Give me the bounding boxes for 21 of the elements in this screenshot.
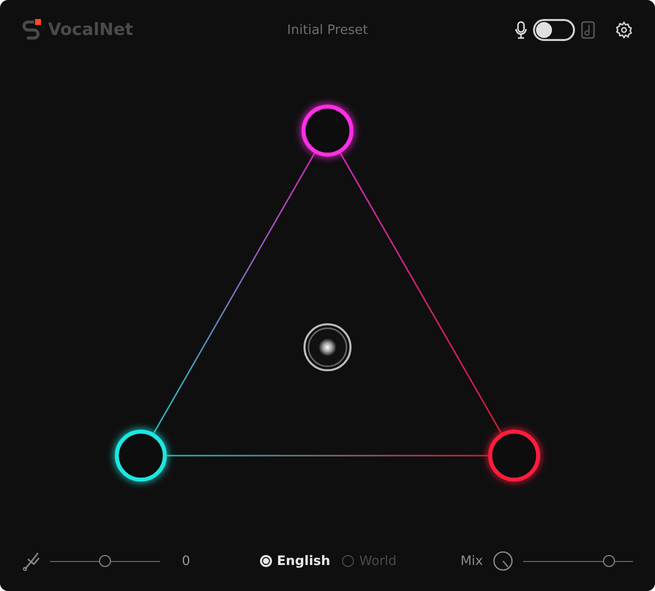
music-file-icon [581, 21, 595, 39]
microphone-icon [515, 21, 527, 39]
voice-node[interactable] [302, 104, 354, 157]
mode-toggle[interactable] [533, 19, 575, 41]
tuning-fork-icon [22, 551, 40, 571]
mix-knob[interactable] [493, 551, 513, 571]
language-radio[interactable]: English [260, 554, 330, 568]
voice-node[interactable] [488, 430, 540, 482]
mix-slider[interactable] [523, 555, 633, 567]
blend-puck[interactable] [304, 323, 352, 372]
pitch-slider[interactable] [50, 555, 160, 567]
voice-node[interactable] [114, 430, 167, 482]
mix-label: Mix [460, 554, 483, 568]
preset-name[interactable]: Initial Preset [287, 22, 368, 38]
slider-thumb[interactable] [602, 555, 615, 567]
brand-name: VocalNet [48, 20, 134, 40]
slider-thumb[interactable] [99, 555, 111, 567]
logo-icon [22, 19, 42, 41]
language-radio[interactable]: World [342, 554, 397, 568]
settings-button[interactable] [615, 21, 633, 39]
pitch-value: 0 [180, 554, 192, 568]
